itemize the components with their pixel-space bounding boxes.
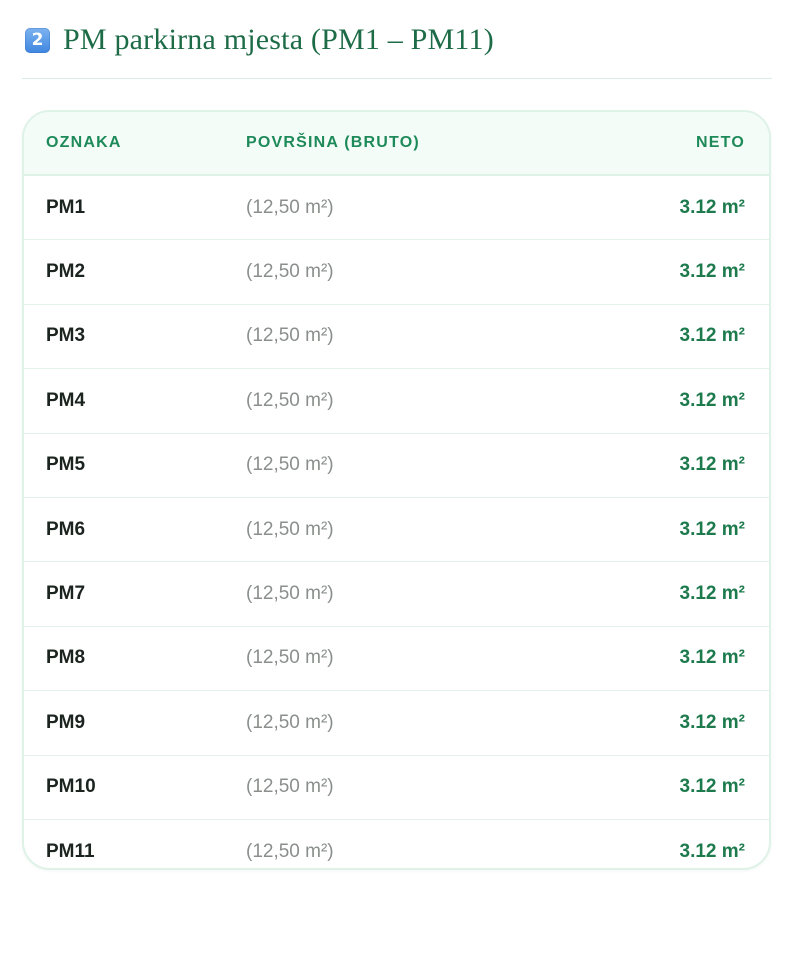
cell-neto: 3.12 m² <box>679 325 745 347</box>
cell-povrsina: (12,50 m²) <box>246 647 334 669</box>
cell-oznaka: PM7 <box>46 583 86 605</box>
parking-spaces-table: OZNAKA POVRŠINA (BRUTO) NETO PM1 (12,50 … <box>22 110 771 870</box>
cell-oznaka: PM5 <box>46 454 86 476</box>
cell-neto: 3.12 m² <box>679 261 745 283</box>
cell-oznaka: PM1 <box>46 196 86 218</box>
section-header: 2 PM parkirna mjesta (PM1 – PM11) <box>25 18 783 62</box>
cell-povrsina: (12,50 m²) <box>246 325 334 347</box>
cell-neto: 3.12 m² <box>679 711 745 733</box>
cell-oznaka: PM6 <box>46 518 86 540</box>
cell-oznaka: PM2 <box>46 261 86 283</box>
cell-povrsina: (12,50 m²) <box>246 711 334 733</box>
cell-oznaka: PM8 <box>46 647 86 669</box>
table-row: PM1 (12,50 m²) 3.12 m² <box>24 176 769 241</box>
table-row: PM3 (12,50 m²) 3.12 m² <box>24 305 769 370</box>
table-row: PM8 (12,50 m²) 3.12 m² <box>24 627 769 692</box>
cell-povrsina: (12,50 m²) <box>246 261 334 283</box>
cell-oznaka: PM4 <box>46 389 86 411</box>
column-header-povrsina: POVRŠINA (BRUTO) <box>246 134 420 151</box>
table-body: PM1 (12,50 m²) 3.12 m² PM2 (12,50 m²) 3.… <box>24 176 769 868</box>
cell-povrsina: (12,50 m²) <box>246 454 334 476</box>
cell-neto: 3.12 m² <box>679 583 745 605</box>
cell-oznaka: PM9 <box>46 711 86 733</box>
cell-neto: 3.12 m² <box>679 196 745 218</box>
cell-povrsina: (12,50 m²) <box>246 389 334 411</box>
cell-oznaka: PM11 <box>46 840 95 862</box>
cell-neto: 3.12 m² <box>679 840 745 862</box>
table-row: PM7 (12,50 m²) 3.12 m² <box>24 562 769 627</box>
column-header-neto: NETO <box>696 134 745 151</box>
cell-povrsina: (12,50 m²) <box>246 776 334 798</box>
table-row: PM10 (12,50 m²) 3.12 m² <box>24 756 769 820</box>
table-row: PM11 (12,50 m²) 3.12 m² <box>24 820 769 868</box>
table-row: PM5 (12,50 m²) 3.12 m² <box>24 434 769 498</box>
cell-neto: 3.12 m² <box>679 389 745 411</box>
cell-povrsina: (12,50 m²) <box>246 583 334 605</box>
cell-oznaka: PM10 <box>46 776 96 798</box>
cell-neto: 3.12 m² <box>679 454 745 476</box>
table-row: PM9 (12,50 m²) 3.12 m² <box>24 691 769 756</box>
cell-povrsina: (12,50 m²) <box>246 840 334 862</box>
table-row: PM6 (12,50 m²) 3.12 m² <box>24 498 769 563</box>
table-row: PM4 (12,50 m²) 3.12 m² <box>24 369 769 434</box>
section-title: PM parkirna mjesta (PM1 – PM11) <box>63 23 494 56</box>
cell-povrsina: (12,50 m²) <box>246 518 334 540</box>
column-header-oznaka: OZNAKA <box>46 134 122 151</box>
table-row: PM2 (12,50 m²) 3.12 m² <box>24 240 769 305</box>
cell-povrsina: (12,50 m²) <box>246 196 334 218</box>
cell-neto: 3.12 m² <box>679 647 745 669</box>
table-header-row: OZNAKA POVRŠINA (BRUTO) NETO <box>24 112 769 176</box>
cell-neto: 3.12 m² <box>679 518 745 540</box>
section-divider <box>22 78 772 79</box>
cell-oznaka: PM3 <box>46 325 86 347</box>
cell-neto: 3.12 m² <box>679 776 745 798</box>
number-2-keycap-icon: 2 <box>25 27 50 53</box>
